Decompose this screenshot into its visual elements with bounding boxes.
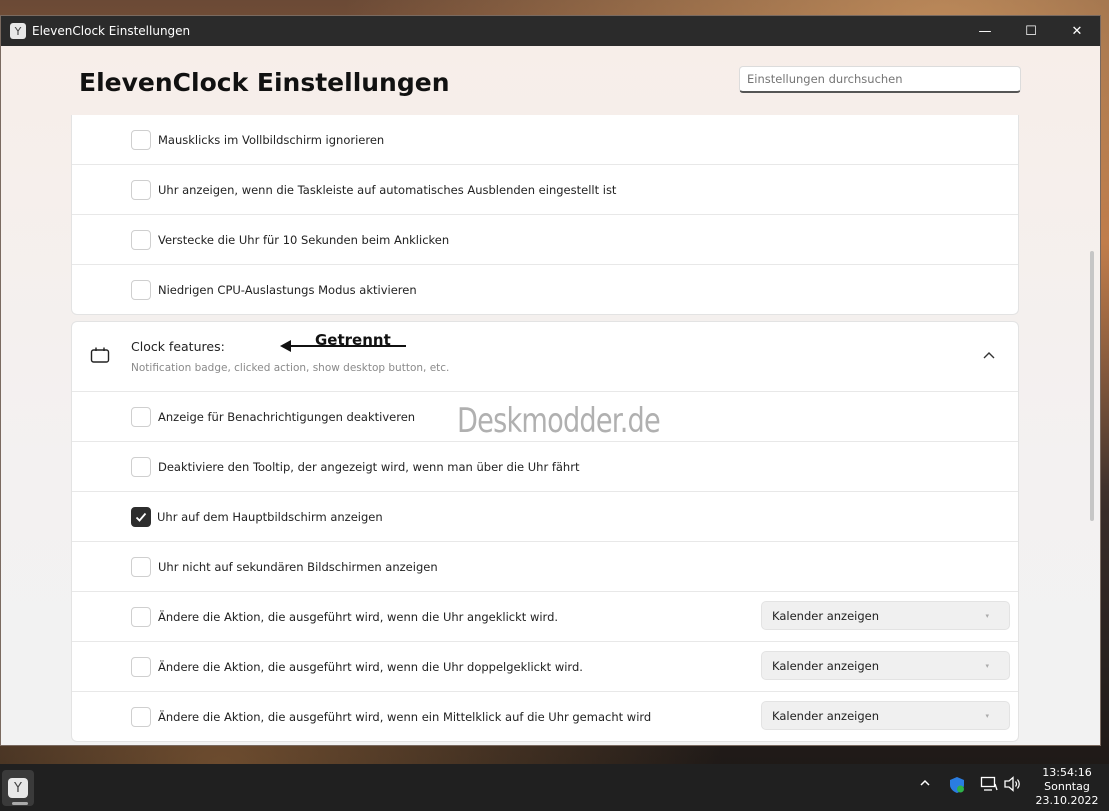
setting-label: Uhr auf dem Hauptbildschirm anzeigen	[157, 509, 383, 524]
setting-label: Anzeige für Benachrichtigungen deaktiver…	[158, 409, 416, 424]
elevenclock-app-icon: Y	[10, 23, 26, 39]
taskbar-elevenclock-button[interactable]: Y	[2, 770, 34, 806]
settings-window: Y ElevenClock Einstellungen — ☐ ✕ Eleven…	[0, 15, 1101, 746]
checkbox[interactable]	[131, 656, 151, 677]
setting-label: Ändere die Aktion, die ausgeführt wird, …	[158, 709, 652, 724]
checkbox-checked[interactable]	[131, 506, 151, 527]
setting-row[interactable]: Ändere die Aktion, die ausgeführt wird, …	[72, 642, 1018, 692]
click-action-dropdown[interactable]: Kalender anzeigen ▾	[761, 601, 1010, 630]
page-title: ElevenClock Einstellungen	[79, 68, 450, 97]
checkbox[interactable]	[131, 129, 151, 150]
setting-row[interactable]: Uhr auf dem Hauptbildschirm anzeigen	[72, 492, 1018, 542]
checkmark-icon	[135, 512, 147, 522]
calendar-icon	[90, 347, 110, 363]
setting-label: Uhr anzeigen, wenn die Taskleiste auf au…	[158, 182, 617, 197]
chevron-down-icon: ▾	[985, 611, 989, 620]
checkbox[interactable]	[131, 706, 151, 727]
setting-row[interactable]: Uhr nicht auf sekundären Bildschirmen an…	[72, 542, 1018, 592]
dropdown-value: Kalender anzeigen	[772, 708, 880, 723]
dropdown-value: Kalender anzeigen	[772, 608, 880, 623]
previous-section-card: Mausklicks im Vollbildschirm ignorieren …	[71, 115, 1019, 315]
checkbox[interactable]	[131, 179, 151, 200]
shield-icon[interactable]	[949, 776, 965, 794]
checkbox[interactable]	[131, 556, 151, 577]
scrollbar-thumb[interactable]	[1090, 251, 1094, 521]
setting-row[interactable]: Ändere die Aktion, die ausgeführt wird, …	[72, 592, 1018, 642]
clock-date: 23.10.2022	[1035, 794, 1099, 807]
clock-features-card: Clock features: Notification badge, clic…	[71, 321, 1019, 742]
watermark: Deskmodder.de	[457, 401, 661, 441]
chevron-down-icon: ▾	[985, 711, 989, 720]
section-subtitle: Notification badge, clicked action, show…	[131, 362, 450, 374]
clock-features-header[interactable]: Clock features: Notification badge, clic…	[72, 322, 1018, 392]
setting-row[interactable]: Verstecke die Uhr für 10 Sekunden beim A…	[72, 215, 1018, 265]
double-click-action-dropdown[interactable]: Kalender anzeigen ▾	[761, 651, 1010, 680]
setting-row[interactable]: Deaktiviere den Tooltip, der angezeigt w…	[72, 442, 1018, 492]
middle-click-action-dropdown[interactable]: Kalender anzeigen ▾	[761, 701, 1010, 730]
chevron-down-icon: ▾	[985, 661, 989, 670]
network-icon[interactable]	[980, 776, 998, 792]
checkbox[interactable]	[131, 279, 151, 300]
setting-label: Ändere die Aktion, die ausgeführt wird, …	[158, 609, 559, 624]
close-button[interactable]: ✕	[1054, 16, 1100, 46]
setting-row[interactable]: Ändere die Aktion, die ausgeführt wird, …	[72, 692, 1018, 741]
setting-label: Niedrigen CPU-Auslastungs Modus aktivier…	[158, 282, 417, 297]
setting-label: Ändere die Aktion, die ausgeführt wird, …	[158, 659, 583, 674]
setting-row[interactable]: Mausklicks im Vollbildschirm ignorieren	[72, 115, 1018, 165]
checkbox[interactable]	[131, 456, 151, 477]
clock-day: Sonntag	[1044, 780, 1090, 793]
settings-content: ElevenClock Einstellungen Mausklicks im …	[1, 46, 1100, 745]
annotation-label: Getrennt	[315, 331, 391, 349]
checkbox[interactable]	[131, 229, 151, 250]
checkbox[interactable]	[131, 606, 151, 627]
section-title: Clock features:	[131, 339, 225, 354]
taskbar-clock[interactable]: 13:54:16 Sonntag 23.10.2022	[1032, 766, 1102, 808]
setting-label: Deaktiviere den Tooltip, der angezeigt w…	[158, 459, 580, 474]
window-title: ElevenClock Einstellungen	[32, 24, 191, 38]
title-bar[interactable]: Y ElevenClock Einstellungen — ☐ ✕	[1, 16, 1100, 46]
checkbox[interactable]	[131, 406, 151, 427]
speaker-icon[interactable]	[1004, 776, 1022, 792]
setting-row[interactable]: Niedrigen CPU-Auslastungs Modus aktivier…	[72, 265, 1018, 314]
clock-time: 13:54:16	[1042, 766, 1092, 779]
search-input[interactable]	[739, 66, 1021, 93]
minimize-button[interactable]: —	[962, 16, 1008, 46]
taskbar: Y 13:54:16 Sonntag 23.10.2022	[0, 764, 1109, 811]
setting-label: Mausklicks im Vollbildschirm ignorieren	[158, 132, 385, 147]
setting-label: Verstecke die Uhr für 10 Sekunden beim A…	[158, 232, 450, 247]
maximize-button[interactable]: ☐	[1008, 16, 1054, 46]
setting-row[interactable]: Uhr anzeigen, wenn die Taskleiste auf au…	[72, 165, 1018, 215]
active-indicator	[12, 802, 28, 805]
dropdown-value: Kalender anzeigen	[772, 658, 880, 673]
elevenclock-app-icon: Y	[8, 778, 28, 798]
chevron-up-icon[interactable]	[918, 776, 932, 790]
chevron-up-icon[interactable]	[980, 347, 998, 365]
setting-label: Uhr nicht auf sekundären Bildschirmen an…	[158, 559, 438, 574]
